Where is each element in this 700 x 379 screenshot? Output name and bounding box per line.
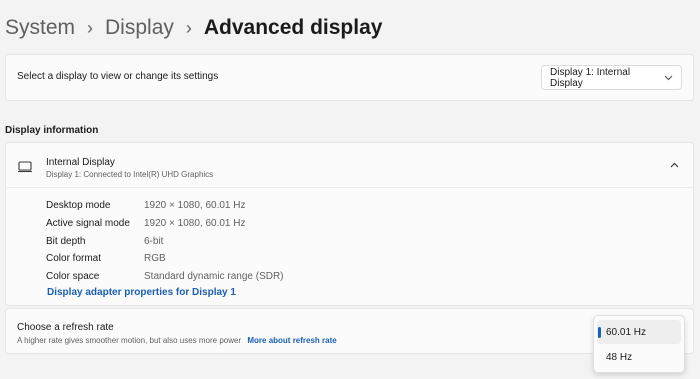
info-row-color-space: Color space Standard dynamic range (SDR) bbox=[46, 268, 284, 286]
info-row-desktop-mode: Desktop mode 1920 × 1080, 60.01 Hz bbox=[46, 197, 284, 215]
refresh-rate-subtitle: A higher rate gives smoother motion, but… bbox=[17, 336, 242, 345]
refresh-option-label: 60.01 Hz bbox=[606, 326, 647, 338]
info-row-color-format: Color format RGB bbox=[46, 250, 284, 268]
chevron-down-icon bbox=[664, 73, 673, 83]
refresh-rate-title: Choose a refresh rate bbox=[17, 322, 114, 333]
info-row-bit-depth: Bit depth 6-bit bbox=[46, 232, 284, 250]
display-connection: Display 1: Connected to Intel(R) UHD Gra… bbox=[46, 170, 214, 179]
more-about-refresh-rate-link[interactable]: More about refresh rate bbox=[247, 336, 336, 345]
section-title-display-information: Display information bbox=[5, 125, 99, 136]
info-key: Bit depth bbox=[46, 235, 86, 247]
breadcrumb-separator: › bbox=[87, 18, 94, 38]
advanced-display-page: System › Display › Advanced display Sele… bbox=[0, 0, 700, 379]
display-info-header[interactable]: Internal Display Display 1: Connected to… bbox=[6, 143, 693, 188]
select-display-card: Select a display to view or change its s… bbox=[5, 54, 694, 101]
display-select-value: Display 1: Internal Display bbox=[550, 66, 631, 89]
display-select-dropdown[interactable]: Display 1: Internal Display bbox=[541, 65, 682, 90]
breadcrumb-display[interactable]: Display bbox=[105, 14, 174, 42]
selection-indicator bbox=[598, 327, 601, 338]
chevron-up-icon[interactable] bbox=[667, 158, 681, 172]
info-value: 1920 × 1080, 60.01 Hz bbox=[144, 200, 246, 212]
refresh-rate-description: A higher rate gives smoother motion, but… bbox=[17, 336, 337, 345]
info-value: RGB bbox=[144, 253, 166, 265]
breadcrumb-system[interactable]: System bbox=[5, 14, 75, 42]
display-name: Internal Display bbox=[46, 157, 115, 168]
info-row-active-signal-mode: Active signal mode 1920 × 1080, 60.01 Hz bbox=[46, 215, 284, 233]
info-key: Color format bbox=[46, 253, 102, 265]
info-value: Standard dynamic range (SDR) bbox=[144, 271, 284, 283]
display-adapter-properties-link[interactable]: Display adapter properties for Display 1 bbox=[47, 287, 236, 298]
display-information-card: Internal Display Display 1: Connected to… bbox=[5, 142, 694, 306]
refresh-option-label: 48 Hz bbox=[606, 351, 633, 363]
select-display-label: Select a display to view or change its s… bbox=[17, 71, 219, 82]
page-title: Advanced display bbox=[203, 16, 383, 39]
breadcrumb-separator: › bbox=[185, 18, 192, 38]
refresh-rate-dropdown-flyout: 60.01 Hz 48 Hz bbox=[593, 315, 685, 373]
breadcrumb: System › Display › Advanced display bbox=[5, 14, 382, 42]
info-key: Active signal mode bbox=[46, 218, 130, 230]
refresh-option[interactable]: 48 Hz bbox=[597, 345, 681, 369]
display-info-rows: Desktop mode 1920 × 1080, 60.01 Hz Activ… bbox=[46, 197, 284, 285]
monitor-icon bbox=[18, 160, 32, 173]
info-key: Color space bbox=[46, 271, 100, 283]
info-value: 1920 × 1080, 60.01 Hz bbox=[144, 218, 246, 230]
info-value: 6-bit bbox=[144, 235, 164, 247]
refresh-rate-card: Choose a refresh rate A higher rate give… bbox=[5, 308, 694, 354]
refresh-option-selected[interactable]: 60.01 Hz bbox=[597, 320, 681, 344]
info-key: Desktop mode bbox=[46, 200, 111, 212]
